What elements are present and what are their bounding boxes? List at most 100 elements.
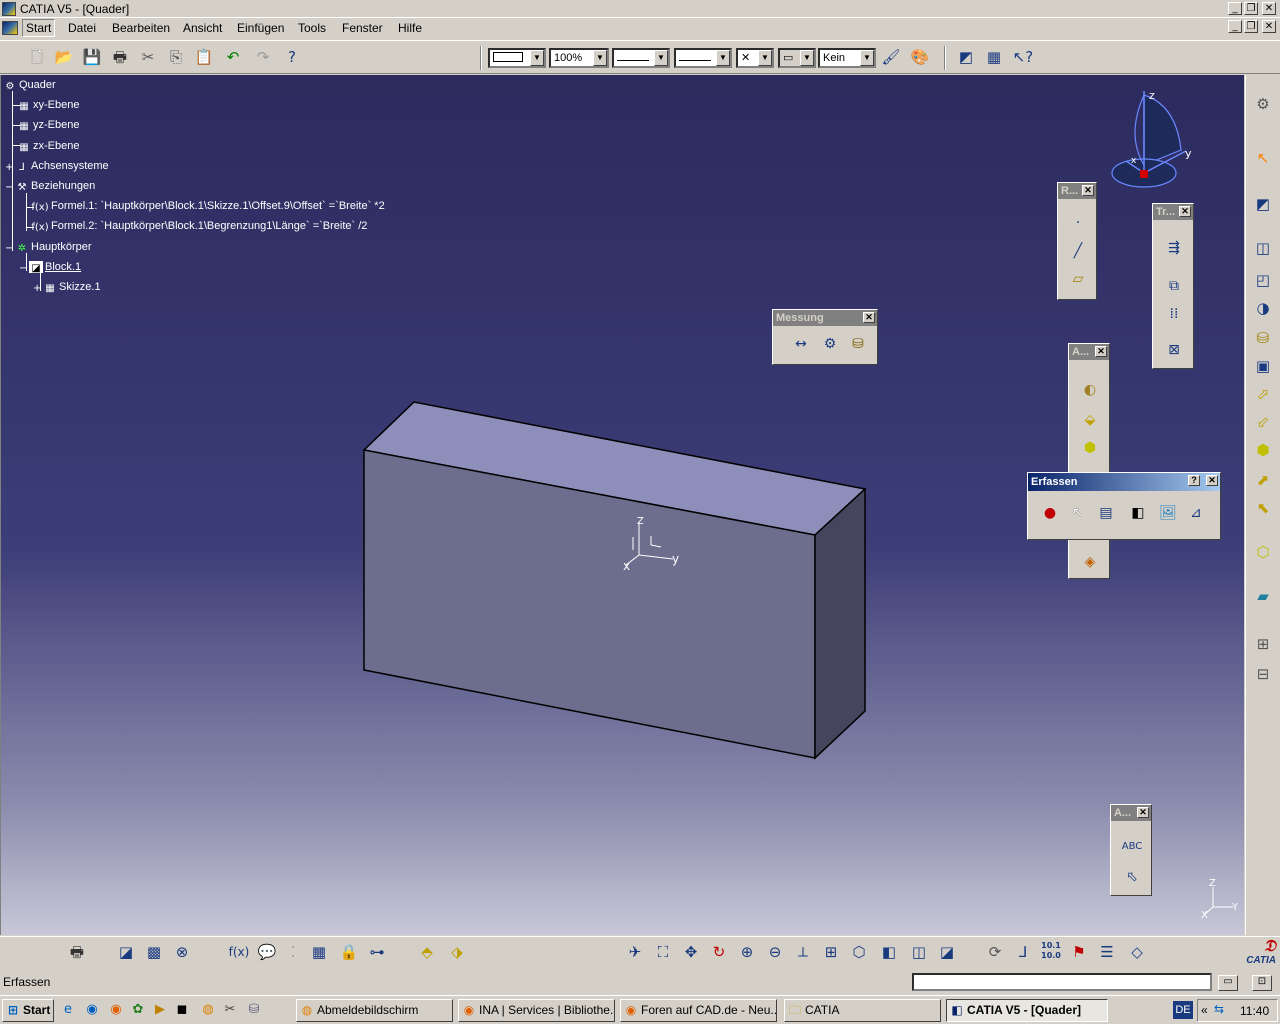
3d-viewport[interactable]: Z y x z y x Z Y X ⚙ Quader ▦ xy-Ebene ▦ … [0, 75, 1244, 935]
select-arrow-icon[interactable]: ↖ [1252, 147, 1274, 169]
list-icon[interactable]: ☰ [1096, 941, 1118, 963]
task-catia-folder[interactable]: 🗀 CATIA [784, 999, 941, 1022]
task-ina-services[interactable]: ◉ INA | Services | Bibliothe... [458, 999, 615, 1022]
doc-close-button[interactable]: ✕ [1262, 20, 1276, 33]
update-icon[interactable]: ⟳ [984, 941, 1006, 963]
material-library-icon[interactable]: ⬗ [446, 941, 468, 963]
minimize-button[interactable]: _ [1228, 2, 1242, 15]
transparency-combo[interactable]: 100% ▼ [549, 48, 609, 68]
record-icon[interactable]: ● [1038, 501, 1062, 525]
solid-combine-icon[interactable]: ⬉ [1252, 497, 1274, 519]
undo-icon[interactable]: ↶ [222, 46, 244, 68]
point-symbol-combo[interactable]: ✕ ▼ [736, 48, 774, 68]
tray-expand-chevron-icon[interactable]: « [1201, 1003, 1208, 1017]
tree-node-zx-plane[interactable]: ▦ zx-Ebene [17, 138, 79, 154]
shading-icon[interactable]: ◧ [878, 941, 900, 963]
menu-hilfe[interactable]: Hilfe [398, 21, 422, 35]
doc-restore-button[interactable]: ❐ [1244, 20, 1258, 33]
image-album-icon[interactable]: 🖼 [1156, 501, 1180, 525]
menu-datei[interactable]: Datei [68, 21, 96, 35]
close-icon[interactable]: ✕ [1179, 206, 1191, 217]
compass-widget[interactable] [1111, 91, 1187, 188]
insert-body-icon[interactable]: ⊟ [1252, 663, 1274, 685]
save-icon[interactable]: 💾 [81, 46, 103, 68]
constraint-icon[interactable]: ⊗ [171, 941, 193, 963]
tree-node-formula-2[interactable]: f(x) Formel.2: `Hauptkörper\Block.1\Begre… [31, 218, 367, 234]
measure-between-icon[interactable]: ↔ [789, 332, 813, 356]
transformation-toolbar[interactable]: Tr... ✕ ⇶ ⧉ ⁞⁞ ⊠ [1152, 203, 1194, 369]
firefox-icon[interactable]: ◉ [108, 1002, 124, 1018]
close-icon[interactable]: ✕ [1095, 346, 1107, 357]
boolean-icon[interactable]: ⊞ [1252, 633, 1274, 655]
network-tray-icon[interactable]: ⇆ [1214, 1002, 1224, 1016]
tree-node-root[interactable]: ⚙ Quader [3, 77, 56, 93]
painter-icon[interactable]: 🖌 [880, 46, 902, 68]
axis-system-icon[interactable]: ⅃ [1012, 941, 1034, 963]
redo-icon[interactable]: ↷ [252, 46, 274, 68]
close-icon[interactable]: ✕ [863, 312, 875, 323]
chamfer-icon[interactable]: ⬙ [1078, 408, 1102, 432]
task-cad-forum[interactable]: ◉ Foren auf CAD.de - Neu... [620, 999, 777, 1022]
linetype-combo[interactable]: ▼ [674, 48, 732, 68]
stiffener-icon[interactable]: ⬈ [1252, 469, 1274, 491]
hole-icon[interactable]: ⛁ [1252, 327, 1274, 349]
reference-elements-toolbar[interactable]: R... ✕ · ╱ ▱ [1057, 182, 1097, 300]
options-icon[interactable]: ▤ [1094, 501, 1118, 525]
new-file-icon[interactable]: 🗋 [26, 46, 48, 68]
comment-icon[interactable]: 💬 [256, 941, 278, 963]
capture-mode-icon[interactable]: ◧ [1126, 501, 1150, 525]
sketch-analysis-icon[interactable]: ◪ [115, 941, 137, 963]
design-table-icon[interactable]: ▦ [308, 941, 330, 963]
hide-show-icon[interactable]: ◫ [908, 941, 930, 963]
law-icon[interactable]: 🔒 [338, 941, 360, 963]
3d-cube-icon[interactable]: ◇ [1126, 941, 1148, 963]
annotations-toolbar[interactable]: A... ✕ ABC ⬁ [1110, 804, 1152, 896]
zoom-out-icon[interactable]: ⊖ [764, 941, 786, 963]
whats-this-help-icon[interactable]: ? [281, 46, 303, 68]
tree-node-axis-systems[interactable]: + ⅃ Achsensysteme [5, 158, 109, 174]
ie-icon[interactable]: e [60, 1002, 76, 1018]
status-button-2[interactable]: ⊡ [1252, 975, 1272, 991]
normal-view-icon[interactable]: ⟂ [792, 941, 814, 963]
rib-icon[interactable]: ⬀ [1252, 383, 1274, 405]
browser-icon[interactable]: ◉ [84, 1002, 100, 1018]
shaft-icon[interactable]: ◑ [1252, 297, 1274, 319]
task-logoff-screen[interactable]: ◍ Abmeldebildschirm [296, 999, 453, 1022]
open-folder-icon[interactable]: 📂 [53, 46, 75, 68]
tree-node-main-body[interactable]: − ✲ Hauptkörper [5, 239, 92, 255]
tray-app-icon[interactable]: ◼ [174, 1002, 190, 1018]
text-annotation-icon[interactable]: ABC [1120, 835, 1144, 859]
measure-units-icon[interactable]: 10.1 10.0 [1040, 941, 1062, 963]
box-side-face[interactable] [814, 487, 866, 760]
annotations-toolbar-title[interactable]: A... ✕ [1111, 805, 1151, 821]
loft-icon[interactable]: ⬢ [1252, 439, 1274, 461]
tree-node-sketch[interactable]: + ▦ Skizze.1 [33, 279, 101, 295]
formula-icon[interactable]: f(x) [228, 941, 250, 963]
measure-item-icon[interactable]: ⚙ [818, 332, 842, 356]
media-player-icon[interactable]: ▶ [152, 1002, 168, 1018]
zoom-in-icon[interactable]: ⊕ [736, 941, 758, 963]
plane-icon[interactable]: ▱ [1066, 267, 1090, 291]
close-icon[interactable]: ✕ [1137, 807, 1149, 818]
multi-view-icon[interactable]: ⊞ [820, 941, 842, 963]
fly-mode-icon[interactable]: ✈ [624, 941, 646, 963]
task-catia-quader[interactable]: ◧ CATIA V5 - [Quader] [946, 999, 1108, 1022]
dress-up-toolbar-title[interactable]: A... ✕ [1069, 344, 1109, 360]
pattern-icon[interactable]: ⁞⁞ [1162, 302, 1186, 326]
status-button-1[interactable]: ▭ [1218, 975, 1238, 991]
menu-tools[interactable]: Tools [298, 21, 326, 35]
color-combo[interactable]: ▼ [488, 48, 546, 68]
doc-minimize-button[interactable]: _ [1228, 20, 1242, 33]
help-button[interactable]: ? [1188, 475, 1200, 486]
print-icon[interactable]: 🖶 [109, 46, 131, 68]
sketcher-icon[interactable]: ◩ [1252, 193, 1274, 215]
knowledge-icon[interactable]: ▦ [983, 46, 1005, 68]
translation-icon[interactable]: ⇶ [1162, 236, 1186, 260]
settings-gear-icon[interactable]: ⚙ [1252, 93, 1274, 115]
tools-icon[interactable]: ✂ [222, 1002, 238, 1018]
hierarchy-icon[interactable]: ⊶ [366, 941, 388, 963]
pad-icon[interactable]: ◫ [1252, 237, 1274, 259]
graphic-properties-icon[interactable]: 🎨 [909, 46, 931, 68]
app-icon[interactable]: ◍ [200, 1002, 216, 1018]
slot-icon[interactable]: ⬃ [1252, 411, 1274, 433]
